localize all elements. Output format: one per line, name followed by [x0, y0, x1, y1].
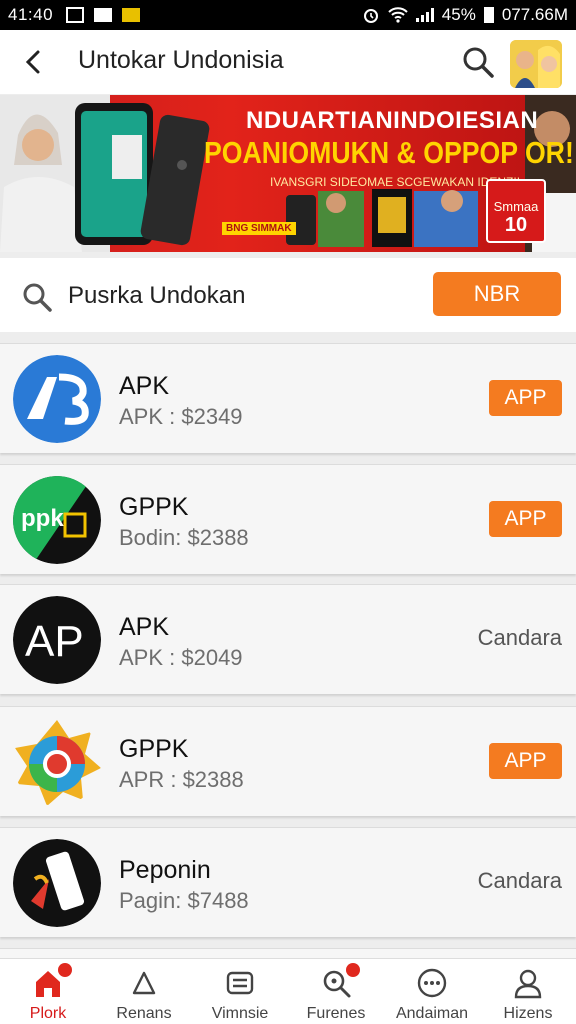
- search-icon[interactable]: [460, 44, 496, 80]
- app-subtitle: APR : $2388: [119, 767, 244, 792]
- nav-item-hizens[interactable]: Hizens: [480, 959, 576, 1024]
- phone-logo-icon: [13, 839, 101, 927]
- avatar[interactable]: [510, 40, 562, 88]
- app-action-text[interactable]: Candara: [478, 868, 562, 894]
- list-item[interactable]: ppk GPPK Bodin: $2388 APP: [0, 464, 576, 574]
- app-name: GPPK: [119, 735, 189, 763]
- status-data: 077.66M: [501, 5, 568, 24]
- app-button[interactable]: APP: [489, 501, 562, 537]
- app-name: APK: [119, 613, 170, 641]
- chrome-star-icon: [13, 718, 101, 806]
- profile-icon: [512, 967, 544, 999]
- promo-banner[interactable]: NDUARTIANINDOIESIAN POANIOMUKN & OPPOP O…: [0, 95, 576, 252]
- nav-item-plork[interactable]: Plork: [0, 959, 96, 1024]
- app-subtitle: APK : $2349: [119, 404, 243, 429]
- search-input[interactable]: Pusrka Undokan: [68, 282, 245, 310]
- mail-icon: [94, 8, 112, 22]
- banner-badge-number: 10: [504, 214, 528, 236]
- alarm-icon: [363, 9, 378, 23]
- notification-badge: [346, 963, 360, 977]
- ab-logo-icon: [13, 355, 101, 443]
- nav-label: Andaiman: [395, 1005, 469, 1022]
- nav-item-furenes[interactable]: Furenes: [288, 959, 384, 1024]
- page-title: Untokar Undonisia: [78, 46, 284, 74]
- svg-text:ppk: ppk: [21, 505, 64, 532]
- more-icon: [416, 967, 448, 999]
- controller-icon: [224, 967, 256, 999]
- bookmark-icon: [128, 967, 160, 999]
- ppk-logo-icon: ppk: [13, 476, 101, 564]
- search-icon: [23, 283, 52, 312]
- banner-badge-label: Smmaa: [493, 199, 539, 214]
- nav-label: Plork: [29, 1005, 67, 1022]
- app-action-text[interactable]: Candara: [478, 625, 562, 651]
- list-item[interactable]: AP APK APK : $2049 Candara: [0, 584, 576, 694]
- list-item[interactable]: Peponin Pagin: $7488 Candara: [0, 827, 576, 937]
- battery-icon: [483, 7, 494, 23]
- nav-item-vimnsie[interactable]: Vimnsie: [192, 959, 288, 1024]
- banner-tagline: IVANSGRI SIDEOMAE SCGEWAKAN IDENZII: [270, 175, 521, 189]
- nav-label: Renans: [116, 1005, 172, 1022]
- notification-badge: [58, 963, 72, 977]
- list-item[interactable]: GPPK APR : $2388 APP: [0, 706, 576, 816]
- nav-label: Hizens: [503, 1005, 553, 1022]
- back-arrow-icon[interactable]: [18, 46, 50, 78]
- app-name: APK: [119, 372, 170, 400]
- app-button[interactable]: APP: [489, 743, 562, 779]
- banner-badge: Smmaa 10: [486, 179, 546, 243]
- notification-icon: [122, 8, 140, 22]
- bottom-nav: Plork Renans Vimnsie Furenes Andaiman Hizens: [0, 958, 576, 1024]
- ap-logo-icon: AP: [13, 596, 101, 684]
- signal-icon: [415, 8, 434, 22]
- status-time: 41:40: [8, 5, 54, 24]
- app-button[interactable]: APP: [489, 380, 562, 416]
- nav-label: Furenes: [306, 1005, 366, 1022]
- status-bar: 41:40 45% 077.66M: [0, 0, 576, 30]
- nav-item-renans[interactable]: Renans: [96, 959, 192, 1024]
- app-header: Untokar Undonisia: [0, 30, 576, 94]
- nav-label: Vimnsie: [211, 1005, 269, 1022]
- app-subtitle: Bodin: $2388: [119, 525, 249, 550]
- wifi-icon: [388, 7, 408, 23]
- app-subtitle: APK : $2049: [119, 645, 243, 670]
- gallery-icon: [66, 7, 84, 23]
- search-button[interactable]: NBR: [433, 272, 561, 316]
- app-name: Peponin: [119, 856, 211, 884]
- app-subtitle: Pagin: $7488: [119, 888, 249, 913]
- banner-promo-tag: BNG SIMMAK: [222, 222, 296, 235]
- list-item[interactable]: APK APK : $2349 APP: [0, 343, 576, 453]
- banner-headline: NDUARTIANINDOIESIAN: [246, 107, 539, 134]
- app-name: GPPK: [119, 493, 189, 521]
- svg-text:AP: AP: [25, 617, 84, 666]
- search-bar: Pusrka Undokan NBR: [0, 258, 576, 332]
- nav-item-andaiman[interactable]: Andaiman: [384, 959, 480, 1024]
- banner-subheadline: POANIOMUKN & OPPOP OR!!: [204, 135, 576, 170]
- battery-percent: 45%: [441, 5, 476, 24]
